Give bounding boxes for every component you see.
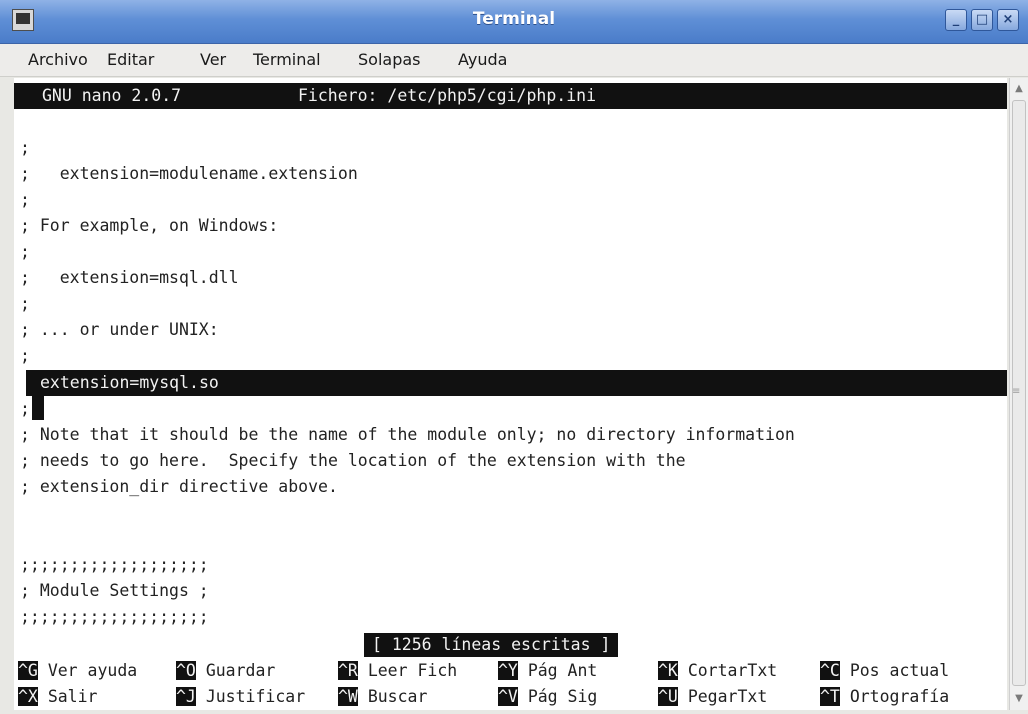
maximize-icon[interactable]: □ — [971, 9, 993, 31]
text-line: ;;;;;;;;;;;;;;;;;;; — [20, 555, 209, 574]
shortcut-key: ^G — [18, 661, 38, 680]
shortcut-key: ^Y — [498, 661, 518, 680]
shortcut-label: PegarTxt — [687, 687, 768, 706]
shortcut-ortografia: ^T Ortografía — [820, 684, 949, 710]
shortcut-ver-ayuda: ^G Ver ayuda — [18, 658, 137, 684]
menu-ver[interactable]: Ver — [200, 50, 226, 69]
shortcut-leer-fich: ^R Leer Fich — [338, 658, 457, 684]
menu-archivo[interactable]: Archivo — [28, 50, 88, 69]
shortcut-key: ^R — [338, 661, 358, 680]
shortcut-cortartxt: ^K CortarTxt — [658, 658, 777, 684]
terminal-window: Terminal _ □ × Archivo Editar Ver Termin… — [0, 0, 1028, 714]
shortcut-justificar: ^J Justificar — [176, 684, 305, 710]
minimize-icon[interactable]: _ — [945, 9, 967, 31]
menu-terminal[interactable]: Terminal — [253, 50, 321, 69]
terminal-content[interactable]: GNU nano 2.0.7 Fichero: /etc/php5/cgi/ph… — [14, 78, 1007, 710]
shortcut-pos-actual: ^C Pos actual — [820, 658, 949, 684]
text-line: ; Note that it should be the name of the… — [20, 425, 795, 444]
shortcut-label: Salir — [47, 687, 98, 706]
menu-solapas[interactable]: Solapas — [358, 50, 421, 69]
text-line: ; Module Settings ; — [20, 581, 209, 600]
status-message: [ 1256 líneas escritas ] — [364, 633, 619, 657]
shortcut-label: Guardar — [205, 661, 276, 680]
text-cursor — [32, 396, 44, 420]
shortcut-label: Pág Ant — [527, 661, 598, 680]
text-line: ;;;;;;;;;;;;;;;;;;; — [20, 607, 209, 626]
shortcut-key: ^X — [18, 687, 38, 706]
shortcut-pag-ant: ^Y Pág Ant — [498, 658, 597, 684]
text-line: ; extension=msql.dll — [20, 268, 239, 287]
nano-filename: Fichero: /etc/php5/cgi/php.ini — [298, 86, 597, 105]
shortcut-pegartxt: ^U PegarTxt — [658, 684, 767, 710]
menu-bar: Archivo Editar Ver Terminal Solapas Ayud… — [0, 44, 1028, 77]
menu-editar[interactable]: Editar — [107, 50, 154, 69]
shortcut-label: Buscar — [367, 687, 428, 706]
text-line: ; For example, on Windows: — [20, 216, 279, 235]
shortcut-key: ^T — [820, 687, 840, 706]
shortcut-label: Leer Fich — [367, 661, 458, 680]
text-line: ; — [20, 138, 30, 157]
menu-ayuda[interactable]: Ayuda — [458, 50, 507, 69]
text-line: ; ... or under UNIX: — [20, 320, 219, 339]
shortcut-key: ^W — [338, 687, 358, 706]
window-title: Terminal — [472, 9, 556, 29]
shortcut-key: ^O — [176, 661, 196, 680]
shortcut-label: Pos actual — [849, 661, 950, 680]
shortcut-guardar: ^O Guardar — [176, 658, 275, 684]
text-line: ; — [20, 190, 30, 209]
shortcut-label: Ver ayuda — [47, 661, 138, 680]
close-icon[interactable]: × — [997, 9, 1019, 31]
highlighted-line-text: extension=mysql.so — [40, 373, 219, 392]
highlighted-line: extension=mysql.so — [26, 370, 1007, 396]
text-line: ; — [20, 242, 30, 261]
shortcut-label: CortarTxt — [687, 661, 778, 680]
shortcut-label: Pág Sig — [527, 687, 598, 706]
scroll-down-icon[interactable]: ▼ — [1011, 690, 1027, 708]
scrollbar-grip-icon: ≡ — [1012, 386, 1021, 397]
scroll-up-icon[interactable]: ▲ — [1011, 80, 1027, 98]
text-line: ; — [20, 399, 30, 418]
nano-header: GNU nano 2.0.7 Fichero: /etc/php5/cgi/ph… — [14, 83, 1007, 109]
text-line: ; extension=modulename.extension — [20, 164, 358, 183]
nano-version: GNU nano 2.0.7 — [42, 86, 182, 105]
shortcut-pag-sig: ^V Pág Sig — [498, 684, 597, 710]
shortcut-key: ^V — [498, 687, 518, 706]
text-line: ; extension_dir directive above. — [20, 477, 338, 496]
shortcut-label: Justificar — [205, 687, 306, 706]
shortcut-key: ^J — [176, 687, 196, 706]
shortcut-key: ^K — [658, 661, 678, 680]
text-line: ; — [20, 294, 30, 313]
shortcut-salir: ^X Salir — [18, 684, 97, 710]
shortcut-key: ^C — [820, 661, 840, 680]
title-bar[interactable]: Terminal _ □ × — [0, 0, 1028, 44]
shortcut-key: ^U — [658, 687, 678, 706]
text-line: ; — [20, 346, 30, 365]
text-line: ; needs to go here. Specify the location… — [20, 451, 686, 470]
shortcut-buscar: ^W Buscar — [338, 684, 427, 710]
shortcut-label: Ortografía — [849, 687, 950, 706]
